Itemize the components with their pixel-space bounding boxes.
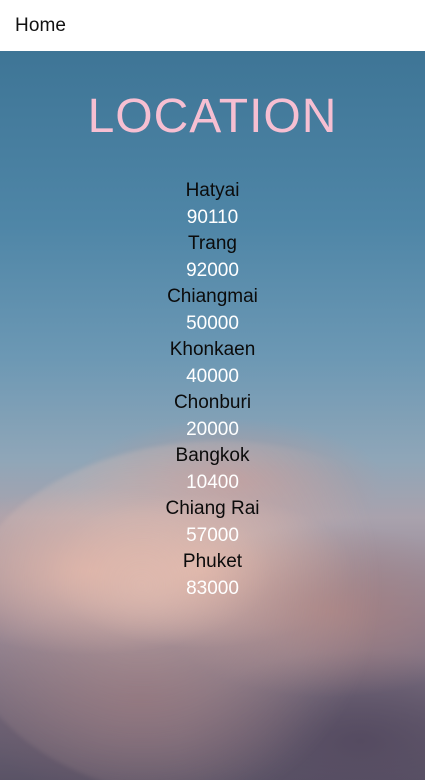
postal-code: 50000 [186,312,239,334]
postal-code: 90110 [186,206,239,228]
location-list: Hatyai 90110 Trang 92000 Chiangmai 50000… [0,178,425,602]
postal-code: 10400 [186,471,239,493]
list-item: Chonburi 20000 [0,390,425,443]
city-name: Phuket [182,551,243,572]
list-item: Trang 92000 [0,231,425,284]
postal-code: 40000 [186,365,239,387]
city-name: Trang [188,233,237,254]
list-item: Chiang Rai 57000 [0,496,425,549]
city-name: Chonburi [173,392,252,413]
postal-code: 83000 [186,577,239,599]
app-bar: Home [0,0,425,51]
list-item: Khonkaen 40000 [0,337,425,390]
city-name: Chiang Rai [165,498,260,519]
list-item: Phuket 83000 [0,549,425,602]
city-name: Hatyai [185,180,240,201]
postal-code: 92000 [186,259,239,281]
postal-code: 20000 [186,418,239,440]
postal-code: 57000 [186,524,239,546]
city-name: Bangkok [175,445,250,466]
background-image-area: LOCATION Hatyai 90110 Trang 92000 Chiang… [0,51,425,780]
list-item: Hatyai 90110 [0,178,425,231]
page-title: LOCATION [87,90,338,143]
city-name: Chiangmai [167,286,258,307]
city-name: Khonkaen [169,339,256,360]
app-bar-title: Home [15,14,67,36]
list-item: Chiangmai 50000 [0,284,425,337]
list-item: Bangkok 10400 [0,443,425,496]
